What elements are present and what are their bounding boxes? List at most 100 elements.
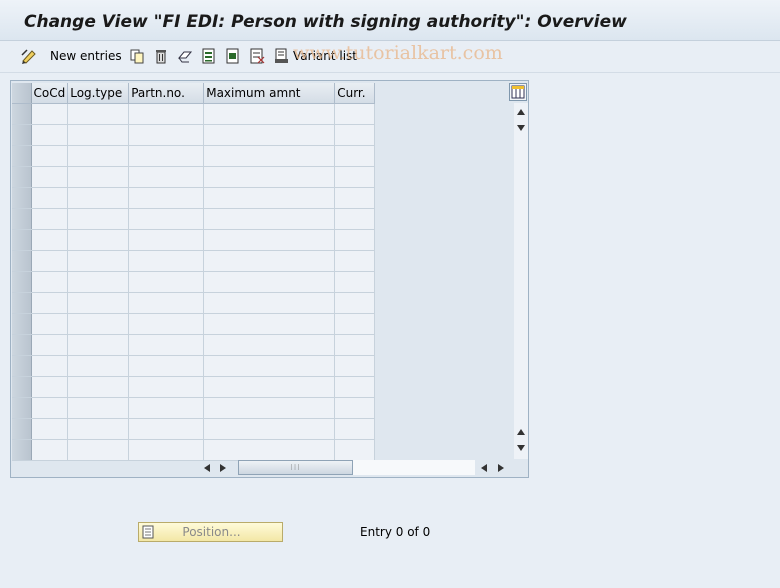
table-cell[interactable] xyxy=(128,292,205,314)
table-cell[interactable] xyxy=(203,124,336,146)
new-entries-button[interactable]: New entries xyxy=(50,47,122,65)
table-cell[interactable] xyxy=(128,439,205,461)
table-cell[interactable] xyxy=(31,292,69,314)
vertical-scrollbar[interactable] xyxy=(514,103,528,459)
scroll-right-icon[interactable] xyxy=(217,462,229,474)
row-selector[interactable] xyxy=(12,355,32,377)
table-cell[interactable] xyxy=(67,292,130,314)
table-cell[interactable] xyxy=(128,229,205,251)
row-selector[interactable] xyxy=(12,229,32,251)
row-selector[interactable] xyxy=(12,439,32,461)
table-cell[interactable] xyxy=(67,334,130,356)
delete-icon[interactable] xyxy=(153,47,169,65)
table-cell[interactable] xyxy=(334,313,376,335)
select-all-icon[interactable] xyxy=(201,47,217,65)
table-settings-icon[interactable] xyxy=(509,83,527,101)
table-cell[interactable] xyxy=(67,313,130,335)
table-cell[interactable] xyxy=(128,187,205,209)
position-button[interactable]: Position... xyxy=(138,522,283,542)
table-cell[interactable] xyxy=(67,145,130,167)
table-cell[interactable] xyxy=(128,313,205,335)
row-selector[interactable] xyxy=(12,124,32,146)
table-cell[interactable] xyxy=(31,418,69,440)
table-cell[interactable] xyxy=(31,313,69,335)
column-header-curr[interactable]: Curr. xyxy=(334,83,376,104)
table-cell[interactable] xyxy=(128,103,205,125)
table-cell[interactable] xyxy=(203,103,336,125)
row-selector[interactable] xyxy=(12,292,32,314)
table-cell[interactable] xyxy=(128,145,205,167)
table-cell[interactable] xyxy=(334,166,376,188)
table-cell[interactable] xyxy=(334,355,376,377)
table-cell[interactable] xyxy=(203,271,336,293)
row-selector[interactable] xyxy=(12,250,32,272)
scroll-right-end-icon[interactable] xyxy=(495,462,507,474)
table-cell[interactable] xyxy=(334,271,376,293)
table-cell[interactable] xyxy=(128,271,205,293)
table-cell[interactable] xyxy=(203,292,336,314)
select-block-icon[interactable] xyxy=(225,47,241,65)
scroll-track[interactable] xyxy=(353,460,475,475)
table-cell[interactable] xyxy=(67,250,130,272)
table-cell[interactable] xyxy=(128,166,205,188)
row-selector[interactable] xyxy=(12,187,32,209)
table-cell[interactable] xyxy=(67,439,130,461)
display-change-icon[interactable] xyxy=(20,47,38,65)
table-cell[interactable] xyxy=(31,397,69,419)
table-cell[interactable] xyxy=(31,103,69,125)
horizontal-scrollbar[interactable]: ⁝⁝⁝ xyxy=(201,460,511,475)
table-cell[interactable] xyxy=(334,334,376,356)
table-cell[interactable] xyxy=(203,376,336,398)
table-cell[interactable] xyxy=(203,334,336,356)
table-cell[interactable] xyxy=(31,376,69,398)
table-cell[interactable] xyxy=(31,124,69,146)
table-cell[interactable] xyxy=(334,103,376,125)
table-cell[interactable] xyxy=(203,187,336,209)
row-selector[interactable] xyxy=(12,166,32,188)
column-header-cocd[interactable]: CoCd xyxy=(31,83,69,104)
select-all-rows-button[interactable] xyxy=(12,83,32,104)
table-cell[interactable] xyxy=(67,376,130,398)
scroll-up-icon[interactable] xyxy=(514,105,528,119)
deselect-all-icon[interactable] xyxy=(249,47,265,65)
table-cell[interactable] xyxy=(203,250,336,272)
table-cell[interactable] xyxy=(203,439,336,461)
scroll-page-up-icon[interactable] xyxy=(514,425,528,439)
table-cell[interactable] xyxy=(67,208,130,230)
variant-list-button[interactable]: Variant list xyxy=(274,47,357,65)
table-cell[interactable] xyxy=(334,124,376,146)
table-cell[interactable] xyxy=(67,229,130,251)
table-cell[interactable] xyxy=(334,397,376,419)
table-cell[interactable] xyxy=(67,187,130,209)
table-cell[interactable] xyxy=(67,271,130,293)
table-cell[interactable] xyxy=(67,397,130,419)
undo-change-icon[interactable] xyxy=(177,47,193,65)
table-cell[interactable] xyxy=(203,145,336,167)
table-cell[interactable] xyxy=(128,355,205,377)
table-cell[interactable] xyxy=(128,376,205,398)
table-cell[interactable] xyxy=(334,418,376,440)
table-cell[interactable] xyxy=(31,439,69,461)
table-cell[interactable] xyxy=(334,439,376,461)
row-selector[interactable] xyxy=(12,313,32,335)
table-cell[interactable] xyxy=(203,229,336,251)
table-cell[interactable] xyxy=(128,334,205,356)
table-cell[interactable] xyxy=(203,397,336,419)
table-cell[interactable] xyxy=(128,124,205,146)
row-selector[interactable] xyxy=(12,208,32,230)
table-cell[interactable] xyxy=(334,250,376,272)
copy-icon[interactable] xyxy=(129,47,145,65)
table-cell[interactable] xyxy=(203,166,336,188)
table-cell[interactable] xyxy=(334,187,376,209)
column-header-partn-no[interactable]: Partn.no. xyxy=(128,83,205,104)
table-cell[interactable] xyxy=(128,418,205,440)
row-selector[interactable] xyxy=(12,271,32,293)
row-selector[interactable] xyxy=(12,376,32,398)
row-selector[interactable] xyxy=(12,103,32,125)
scroll-left-icon[interactable] xyxy=(201,462,213,474)
scroll-down-icon[interactable] xyxy=(514,121,528,135)
table-cell[interactable] xyxy=(128,250,205,272)
table-cell[interactable] xyxy=(31,334,69,356)
table-cell[interactable] xyxy=(334,208,376,230)
table-cell[interactable] xyxy=(334,292,376,314)
